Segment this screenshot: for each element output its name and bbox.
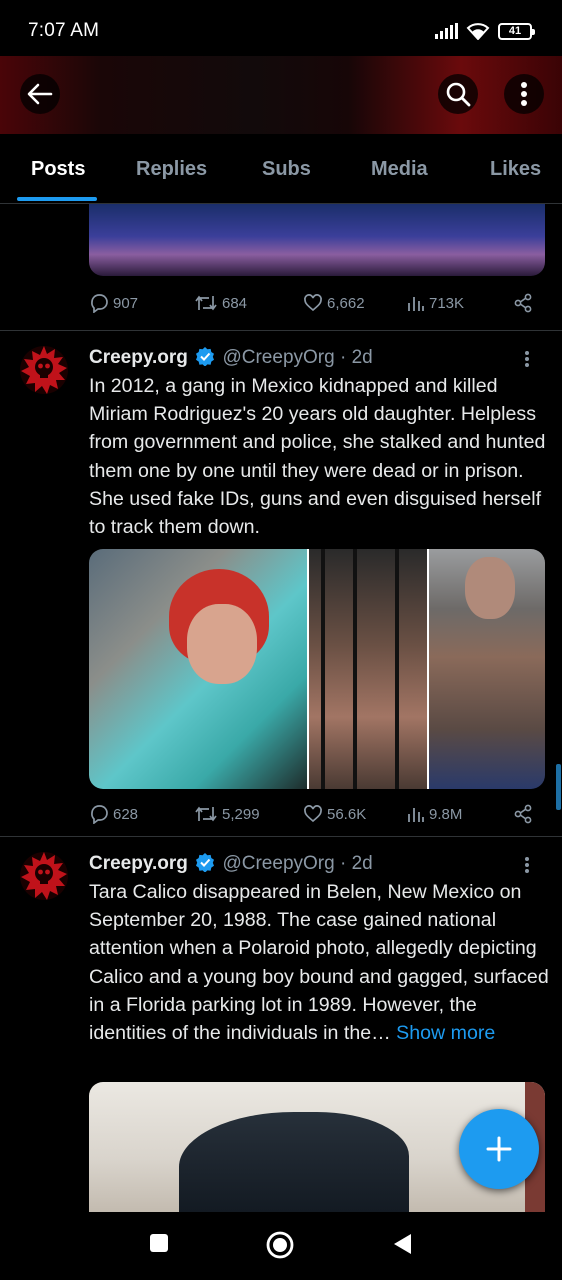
like-count: 6,662 bbox=[327, 294, 365, 312]
tweet-actions: 628 5,299 56.6K 9.8M bbox=[89, 802, 537, 826]
recents-button[interactable] bbox=[148, 1232, 170, 1259]
tweet-header: Creepy.org @CreepyOrg · 2d bbox=[89, 852, 373, 875]
media-photo-prisoner bbox=[307, 549, 427, 789]
avatar[interactable] bbox=[18, 850, 70, 902]
views-count: 9.8M bbox=[429, 805, 463, 823]
repost-icon bbox=[195, 295, 217, 311]
like-button[interactable]: 56.6K bbox=[303, 804, 366, 824]
tab-likes[interactable]: Likes bbox=[490, 158, 541, 181]
author-handle[interactable]: @CreepyOrg bbox=[222, 347, 334, 368]
plus-icon bbox=[486, 1136, 512, 1162]
media-photo-tattooed-man bbox=[427, 549, 545, 789]
tab-media[interactable]: Media bbox=[371, 158, 428, 181]
views-count: 713K bbox=[429, 294, 465, 312]
author-handle[interactable]: @CreepyOrg bbox=[222, 853, 334, 874]
search-icon bbox=[446, 82, 471, 107]
reply-icon bbox=[91, 805, 108, 824]
repost-button[interactable]: 5,299 bbox=[194, 804, 260, 824]
reply-count: 628 bbox=[113, 805, 139, 823]
author-name[interactable]: Creepy.org bbox=[89, 347, 188, 368]
back-nav-button[interactable] bbox=[391, 1232, 413, 1261]
media-photo-woman bbox=[89, 549, 307, 789]
tweet-more-icon[interactable] bbox=[524, 856, 530, 874]
repost-count: 684 bbox=[222, 294, 248, 312]
home-button[interactable] bbox=[266, 1231, 294, 1264]
heart-icon bbox=[304, 805, 322, 823]
views-button[interactable]: 713K bbox=[407, 294, 464, 312]
like-button[interactable]: 6,662 bbox=[303, 293, 365, 313]
tweet-timestamp: · 2d bbox=[339, 853, 373, 874]
views-button[interactable]: 9.8M bbox=[407, 805, 462, 823]
arrow-left-icon bbox=[27, 83, 53, 105]
repost-icon bbox=[195, 806, 217, 822]
system-nav-bar bbox=[0, 1212, 562, 1280]
author-name[interactable]: Creepy.org bbox=[89, 853, 188, 874]
home-circle-icon bbox=[266, 1231, 294, 1259]
tweet-actions: 907 684 6,662 713K bbox=[89, 291, 537, 315]
battery-level: 41 bbox=[508, 25, 522, 37]
feed[interactable]: 907 684 6,662 713K Creepy.org @CreepyOrg… bbox=[0, 204, 562, 1212]
share-icon bbox=[514, 293, 532, 313]
triangle-back-icon bbox=[394, 1234, 411, 1254]
active-tab-indicator bbox=[17, 197, 97, 201]
wifi-icon bbox=[466, 23, 490, 40]
reply-button[interactable]: 907 bbox=[89, 293, 138, 313]
search-button[interactable] bbox=[438, 74, 478, 114]
repost-count: 5,299 bbox=[222, 805, 260, 823]
tab-posts[interactable]: Posts bbox=[31, 158, 85, 181]
tweet-text: In 2012, a gang in Mexico kidnapped and … bbox=[89, 375, 546, 539]
square-icon bbox=[150, 1234, 168, 1252]
verified-badge-icon bbox=[196, 347, 215, 367]
share-icon bbox=[514, 804, 532, 824]
status-bar: 7:07 AM 41 bbox=[0, 0, 562, 56]
reply-icon bbox=[91, 294, 108, 313]
profile-header-banner bbox=[0, 56, 562, 134]
share-button[interactable] bbox=[513, 804, 533, 824]
views-icon bbox=[408, 297, 424, 311]
tweet-text-body: Tara Calico disappeared in Belen, New Me… bbox=[89, 881, 549, 1045]
tweet-timestamp: · 2d bbox=[339, 347, 373, 368]
scrollbar-thumb[interactable] bbox=[556, 764, 561, 810]
like-count: 56.6K bbox=[327, 805, 367, 823]
verified-badge-icon bbox=[196, 853, 215, 873]
heart-icon bbox=[304, 294, 322, 312]
tab-replies[interactable]: Replies bbox=[136, 158, 207, 181]
tweet-more-icon[interactable] bbox=[524, 350, 530, 368]
tweet-media-image[interactable] bbox=[89, 549, 545, 789]
compose-button[interactable] bbox=[459, 1109, 539, 1189]
avatar[interactable] bbox=[18, 344, 70, 396]
more-vertical-icon bbox=[521, 82, 527, 106]
status-time: 7:07 AM bbox=[28, 20, 100, 41]
tweet-text: Tara Calico disappeared in Belen, New Me… bbox=[89, 878, 549, 1047]
battery-icon: 41 bbox=[498, 22, 535, 40]
show-more-link[interactable]: Show more bbox=[396, 1022, 495, 1044]
back-button[interactable] bbox=[20, 74, 60, 114]
signal-icon bbox=[435, 23, 458, 39]
more-options-button[interactable] bbox=[504, 74, 544, 114]
profile-tabs: Posts Replies Subs Media Likes bbox=[0, 134, 562, 204]
repost-button[interactable]: 684 bbox=[194, 293, 247, 313]
reply-button[interactable]: 628 bbox=[89, 804, 138, 824]
tab-subs[interactable]: Subs bbox=[262, 158, 311, 181]
share-button[interactable] bbox=[513, 293, 533, 313]
views-icon bbox=[408, 808, 424, 822]
tweet[interactable]: Creepy.org @CreepyOrg · 2d In 2012, a ga… bbox=[0, 330, 562, 836]
reply-count: 907 bbox=[113, 294, 139, 312]
tweet-header: Creepy.org @CreepyOrg · 2d bbox=[89, 346, 373, 369]
status-icons: 41 bbox=[435, 22, 535, 40]
tweet-media-image[interactable] bbox=[89, 204, 545, 276]
